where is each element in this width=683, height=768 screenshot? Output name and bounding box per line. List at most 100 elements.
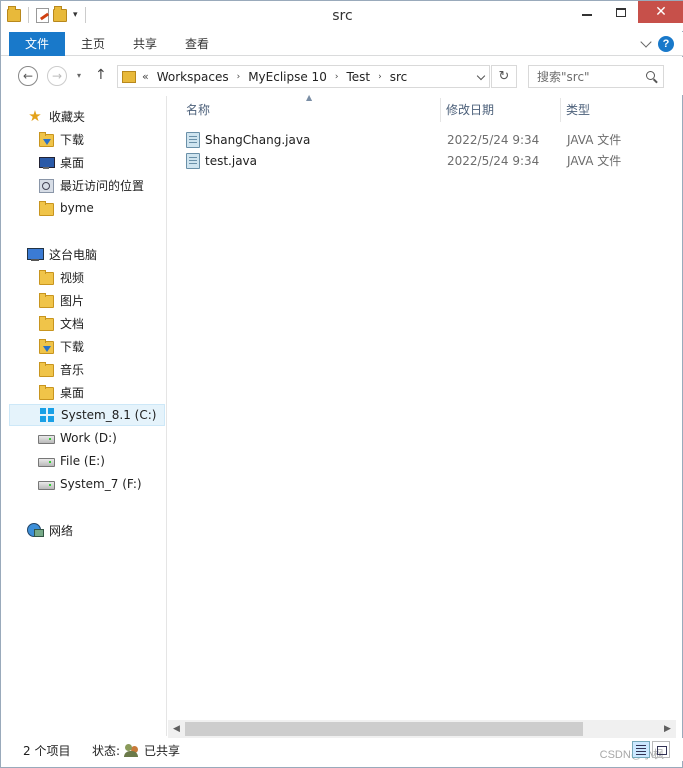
share-status: 状态: 已共享 bbox=[92, 742, 180, 759]
expand-ribbon-chevron-icon[interactable] bbox=[640, 36, 652, 48]
downloads-folder-icon bbox=[38, 338, 54, 354]
downloads-folder-icon bbox=[38, 131, 54, 147]
tab-view[interactable]: 查看 bbox=[177, 32, 217, 56]
sidebar-item-network[interactable]: 网络 bbox=[9, 519, 165, 541]
status-value: 已共享 bbox=[144, 744, 181, 758]
desktop-icon bbox=[38, 154, 55, 170]
sidebar-item-recent-places[interactable]: 最近访问的位置 bbox=[9, 174, 165, 196]
java-file-icon bbox=[186, 152, 200, 169]
large-icons-view-icon[interactable] bbox=[652, 741, 670, 758]
tab-home[interactable]: 主页 bbox=[73, 32, 113, 56]
navigation-bar: ← → ▾ ↑ « Workspaces › MyEclipse 10 › Te… bbox=[1, 57, 683, 95]
breadcrumb-workspaces[interactable]: Workspaces bbox=[157, 70, 229, 84]
sidebar-item-videos[interactable]: 视频 bbox=[9, 266, 165, 288]
file-name: test.java bbox=[205, 153, 258, 168]
pictures-folder-icon bbox=[38, 292, 54, 308]
file-row[interactable]: test.java 2022/5/24 9:34 JAVA 文件 bbox=[186, 150, 666, 171]
search-input[interactable] bbox=[529, 66, 639, 87]
recent-locations-dropdown[interactable]: ▾ bbox=[77, 71, 81, 80]
file-type: JAVA 文件 bbox=[567, 154, 622, 168]
column-divider[interactable] bbox=[440, 98, 441, 122]
sidebar-item-downloads-pc[interactable]: 下载 bbox=[9, 335, 165, 357]
scroll-left-icon[interactable]: ◀ bbox=[168, 720, 185, 738]
column-divider[interactable] bbox=[560, 98, 561, 122]
file-date: 2022/5/24 9:34 bbox=[447, 132, 540, 147]
address-bar[interactable]: « Workspaces › MyEclipse 10 › Test › src bbox=[117, 65, 490, 88]
help-icon[interactable]: ? bbox=[658, 36, 674, 52]
sidebar-item-favorites[interactable]: ★ 收藏夹 bbox=[9, 105, 165, 127]
address-dropdown-icon[interactable] bbox=[476, 71, 486, 81]
folder-icon bbox=[122, 70, 136, 83]
refresh-button[interactable]: ↻ bbox=[491, 65, 517, 88]
maximize-icon bbox=[616, 7, 626, 17]
sort-ascending-icon: ▲ bbox=[306, 93, 313, 102]
tab-file[interactable]: 文件 bbox=[9, 32, 65, 56]
file-type: JAVA 文件 bbox=[567, 133, 622, 147]
explorer-window: ▾ src ✕ 文件 主页 共享 查看 ? ← → ▾ ↑ « Workspac… bbox=[0, 0, 683, 768]
file-row[interactable]: ShangChang.java 2022/5/24 9:34 JAVA 文件 bbox=[186, 129, 666, 150]
close-button[interactable]: ✕ bbox=[638, 1, 683, 23]
tab-share[interactable]: 共享 bbox=[125, 32, 165, 56]
scroll-right-icon[interactable]: ▶ bbox=[659, 720, 676, 738]
sidebar-item-downloads[interactable]: 下载 bbox=[9, 128, 165, 150]
hard-drive-icon bbox=[38, 476, 55, 492]
breadcrumb-separator-icon[interactable]: › bbox=[378, 72, 382, 82]
folder-icon bbox=[38, 200, 54, 216]
sidebar-item-documents[interactable]: 文档 bbox=[9, 312, 165, 334]
sidebar-item-this-pc[interactable]: 这台电脑 bbox=[9, 243, 165, 265]
sidebar-item-byme[interactable]: byme bbox=[9, 197, 165, 219]
status-bar: 2 个项目 状态: 已共享 CSDN@小枫 bbox=[1, 738, 683, 761]
minimize-icon bbox=[582, 14, 592, 16]
sidebar-item-desktop[interactable]: 桌面 bbox=[9, 151, 165, 173]
java-file-icon bbox=[186, 131, 200, 148]
breadcrumb-src[interactable]: src bbox=[390, 70, 408, 84]
file-date: 2022/5/24 9:34 bbox=[447, 153, 540, 168]
file-name: ShangChang.java bbox=[205, 132, 311, 147]
minimize-button[interactable] bbox=[570, 1, 604, 23]
music-folder-icon bbox=[38, 361, 54, 377]
column-header-name[interactable]: 名称 bbox=[186, 96, 210, 122]
navigation-pane[interactable]: ★ 收藏夹 下载 桌面 最近访问的位置 byme 这台电脑 视频 图片 文档 下… bbox=[9, 96, 167, 736]
status-label: 状态: bbox=[92, 744, 121, 758]
network-icon bbox=[27, 522, 44, 538]
breadcrumb-separator-icon[interactable]: › bbox=[237, 72, 241, 82]
search-icon[interactable] bbox=[646, 71, 655, 80]
horizontal-scrollbar[interactable]: ◀ ▶ bbox=[168, 720, 676, 738]
item-count: 2 个项目 bbox=[23, 744, 71, 758]
sidebar-item-drive-e[interactable]: File (E:) bbox=[9, 450, 165, 472]
scrollbar-thumb[interactable] bbox=[185, 722, 583, 736]
title-bar: ▾ src ✕ bbox=[1, 1, 683, 31]
back-button[interactable]: ← bbox=[18, 66, 38, 86]
sidebar-item-drive-d[interactable]: Work (D:) bbox=[9, 427, 165, 449]
view-switcher bbox=[632, 741, 670, 758]
sidebar-item-drive-f[interactable]: System_7 (F:) bbox=[9, 473, 165, 495]
hard-drive-icon bbox=[38, 453, 55, 469]
windows-drive-icon bbox=[39, 407, 55, 423]
ribbon-tabs: 文件 主页 共享 查看 ? bbox=[1, 32, 683, 56]
breadcrumb-myeclipse[interactable]: MyEclipse 10 bbox=[248, 70, 327, 84]
recent-places-icon bbox=[38, 177, 54, 193]
search-box[interactable] bbox=[528, 65, 664, 88]
computer-icon bbox=[27, 246, 44, 262]
sidebar-item-pictures[interactable]: 图片 bbox=[9, 289, 165, 311]
file-list[interactable]: 名称 ▲ 修改日期 类型 ShangChang.java 2022/5/24 9… bbox=[168, 93, 676, 718]
shared-users-icon bbox=[124, 743, 140, 758]
hard-drive-icon bbox=[38, 430, 55, 446]
documents-folder-icon bbox=[38, 315, 54, 331]
sidebar-item-desktop-pc[interactable]: 桌面 bbox=[9, 381, 165, 403]
details-view-icon[interactable] bbox=[632, 741, 650, 758]
maximize-button[interactable] bbox=[604, 1, 638, 23]
up-button[interactable]: ↑ bbox=[95, 67, 107, 83]
window-controls: ✕ bbox=[570, 1, 683, 23]
column-header-date[interactable]: 修改日期 bbox=[446, 96, 494, 122]
star-icon: ★ bbox=[28, 107, 42, 125]
column-header-type[interactable]: 类型 bbox=[566, 96, 590, 122]
breadcrumb-test[interactable]: Test bbox=[346, 70, 370, 84]
forward-button[interactable]: → bbox=[47, 66, 67, 86]
videos-folder-icon bbox=[38, 269, 54, 285]
breadcrumb-separator-icon[interactable]: › bbox=[335, 72, 339, 82]
sidebar-item-music[interactable]: 音乐 bbox=[9, 358, 165, 380]
overflow-chevron-icon[interactable]: « bbox=[142, 70, 149, 83]
desktop-folder-icon bbox=[38, 384, 54, 400]
sidebar-item-drive-c[interactable]: System_8.1 (C:) bbox=[9, 404, 165, 426]
